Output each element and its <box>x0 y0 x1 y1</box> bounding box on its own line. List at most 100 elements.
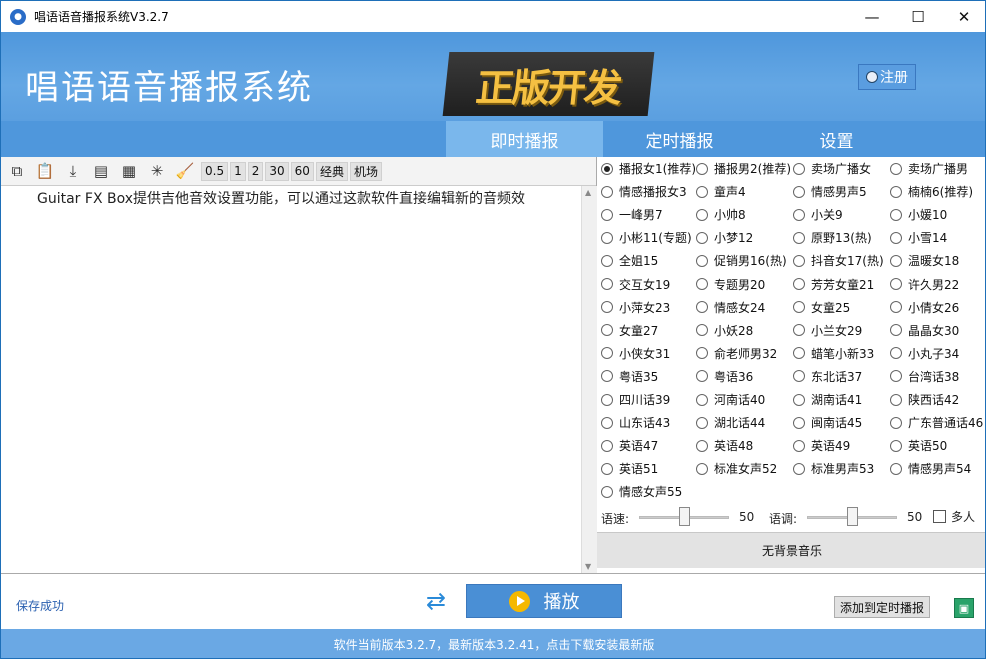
radio-icon[interactable] <box>890 393 902 406</box>
document-icon[interactable]: ▤ <box>89 160 113 182</box>
sparkle-icon[interactable]: ✳ <box>145 160 169 182</box>
radio-icon[interactable] <box>890 254 902 267</box>
radio-icon[interactable] <box>793 162 805 175</box>
editor-scrollbar[interactable]: ▲ ▼ <box>581 186 597 573</box>
radio-icon[interactable] <box>890 416 902 429</box>
voice-option[interactable]: 俞老师男32 <box>696 345 777 362</box>
add-to-timed-button[interactable]: 添加到定时播报 <box>834 596 930 618</box>
voice-option[interactable]: 小倩女26 <box>890 299 959 316</box>
radio-icon[interactable] <box>601 439 613 452</box>
voice-option[interactable]: 许久男22 <box>890 276 959 293</box>
radio-icon[interactable] <box>601 254 613 267</box>
radio-icon[interactable] <box>793 324 805 337</box>
radio-icon[interactable] <box>890 208 902 221</box>
voice-option[interactable]: 粤语35 <box>601 368 658 385</box>
classic-button[interactable]: 经典 <box>315 161 348 181</box>
radio-icon[interactable] <box>601 324 613 337</box>
voice-option[interactable]: 情感男声54 <box>890 460 971 477</box>
tab-timed-broadcast[interactable]: 定时播报 <box>601 121 758 157</box>
radio-icon[interactable] <box>601 393 613 406</box>
speed-30-button[interactable]: 30 <box>265 161 289 181</box>
radio-icon[interactable] <box>696 278 708 290</box>
copy-icon[interactable]: ⧉ <box>5 160 29 182</box>
voice-option[interactable]: 楠楠6(推荐) <box>890 183 973 200</box>
radio-icon[interactable] <box>601 485 613 498</box>
radio-icon[interactable] <box>696 254 708 267</box>
background-music-button[interactable]: 无背景音乐 <box>597 532 985 568</box>
voice-option[interactable]: 小彬11(专题) <box>601 229 692 246</box>
voice-option[interactable]: 小妖28 <box>696 322 753 339</box>
voice-option[interactable]: 卖场广播男 <box>890 160 968 177</box>
radio-icon[interactable] <box>890 278 902 290</box>
clear-broom-icon[interactable]: 🧹 <box>173 160 197 182</box>
voice-option[interactable]: 粤语36 <box>696 368 753 385</box>
radio-icon[interactable] <box>793 393 805 406</box>
speed-60-button[interactable]: 60 <box>290 161 314 181</box>
play-button[interactable]: 播放 <box>466 584 622 618</box>
voice-option[interactable]: 标准男声53 <box>793 460 874 477</box>
voice-option[interactable]: 广东普通话46 <box>890 414 983 431</box>
radio-icon[interactable] <box>890 462 902 475</box>
register-button[interactable]: 注册 <box>858 64 916 90</box>
voice-option[interactable]: 情感女24 <box>696 299 765 316</box>
voice-option[interactable]: 原野13(热) <box>793 229 872 246</box>
scroll-down-icon[interactable]: ▼ <box>585 562 591 571</box>
radio-icon[interactable] <box>793 301 805 314</box>
voice-option[interactable]: 播报男2(推荐) <box>696 160 791 177</box>
speed-0.5-button[interactable]: 0.5 <box>201 161 229 181</box>
refresh-icon[interactable]: ⇄ <box>426 587 446 615</box>
voice-option[interactable]: 促销男16(热) <box>696 252 787 269</box>
radio-icon[interactable] <box>696 162 708 175</box>
voice-option[interactable]: 湖南话41 <box>793 391 862 408</box>
voice-option[interactable]: 温暖女18 <box>890 252 959 269</box>
radio-icon[interactable] <box>890 324 902 337</box>
radio-icon[interactable] <box>696 347 708 360</box>
voice-option[interactable]: 四川话39 <box>601 391 670 408</box>
voice-option[interactable]: 小侠女31 <box>601 345 670 362</box>
radio-icon[interactable] <box>601 231 613 244</box>
voice-option[interactable]: 女童27 <box>601 322 658 339</box>
save-icon[interactable]: ▣ <box>954 598 974 618</box>
voice-option[interactable]: 东北话37 <box>793 368 862 385</box>
voice-option[interactable]: 英语50 <box>890 437 947 454</box>
voice-option[interactable]: 小关9 <box>793 206 843 223</box>
voice-option[interactable]: 小帅8 <box>696 206 746 223</box>
radio-icon[interactable] <box>793 347 805 360</box>
voice-option[interactable]: 山东话43 <box>601 414 670 431</box>
voice-option[interactable]: 英语51 <box>601 460 658 477</box>
voice-option[interactable]: 台湾话38 <box>890 368 959 385</box>
voice-option[interactable]: 晶晶女30 <box>890 322 959 339</box>
voice-option[interactable]: 英语48 <box>696 437 753 454</box>
radio-icon[interactable] <box>793 462 805 475</box>
radio-icon[interactable] <box>793 231 805 244</box>
radio-icon[interactable] <box>793 370 805 383</box>
radio-icon[interactable] <box>793 185 805 198</box>
voice-option[interactable]: 湖北话44 <box>696 414 765 431</box>
voice-option[interactable]: 情感女声55 <box>601 483 682 500</box>
speed-slider-thumb[interactable] <box>679 507 690 526</box>
voice-option[interactable]: 卖场广播女 <box>793 160 871 177</box>
radio-icon[interactable] <box>601 185 613 198</box>
radio-icon[interactable] <box>601 416 613 429</box>
airport-button[interactable]: 机场 <box>349 161 382 181</box>
broadcast-text-input[interactable]: Guitar FX Box提供吉他音效设置功能，可以通过这款软件直接编辑新的音频… <box>1 186 581 573</box>
radio-icon[interactable] <box>890 162 902 175</box>
radio-icon[interactable] <box>696 301 708 314</box>
checkbox-box[interactable] <box>933 510 946 523</box>
tab-instant-broadcast[interactable]: 即时播报 <box>446 121 603 157</box>
voice-option[interactable]: 专题男20 <box>696 276 765 293</box>
voice-option[interactable]: 一峰男7 <box>601 206 663 223</box>
radio-icon[interactable] <box>601 208 613 221</box>
pitch-slider-thumb[interactable] <box>847 507 858 526</box>
close-button[interactable]: ✕ <box>941 1 985 32</box>
radio-icon[interactable] <box>696 185 708 198</box>
radio-icon[interactable] <box>890 231 902 244</box>
maximize-button[interactable]: ☐ <box>895 1 941 32</box>
save-file-icon[interactable]: ▦ <box>117 160 141 182</box>
radio-icon[interactable] <box>890 439 902 452</box>
voice-option[interactable]: 蜡笔小新33 <box>793 345 874 362</box>
radio-icon[interactable] <box>601 301 613 314</box>
radio-icon[interactable] <box>890 185 902 198</box>
voice-option[interactable]: 播报女1(推荐) <box>601 160 696 177</box>
radio-icon[interactable] <box>793 278 805 290</box>
